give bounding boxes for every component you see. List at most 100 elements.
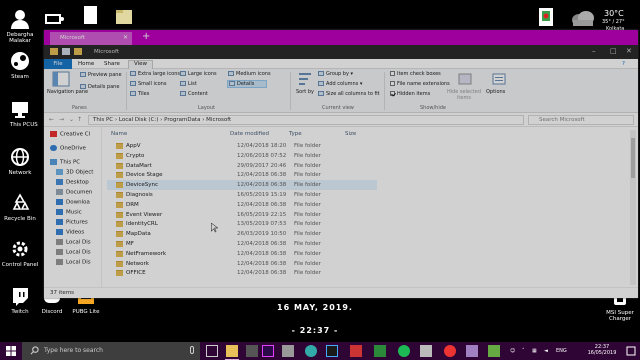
group-by-button[interactable]: Group by ▾ — [318, 71, 353, 77]
column-type[interactable]: Type — [289, 131, 302, 137]
table-row[interactable]: Network 12/04/2018 06:38 File folder — [107, 259, 377, 269]
table-row[interactable]: AppV 12/04/2018 18:20 File folder — [107, 141, 377, 151]
hide-selected-icon[interactable] — [456, 71, 474, 87]
vertical-scrollbar[interactable] — [630, 130, 636, 285]
app-taskbar-icon[interactable] — [282, 345, 294, 357]
maximize-button[interactable]: □ — [610, 47, 617, 55]
breadcrumb-item[interactable]: ProgramData — [164, 117, 200, 123]
table-row[interactable]: OFFICE 12/04/2018 06:38 File folder — [107, 268, 377, 278]
new-tab-button[interactable]: + — [142, 31, 150, 42]
task-view-icon[interactable] — [206, 345, 218, 357]
app-taskbar-icon[interactable] — [488, 345, 500, 357]
scrollbar-thumb[interactable] — [631, 138, 635, 178]
navigation-pane-button[interactable]: Navigation pane — [47, 89, 88, 95]
new-folder-icon[interactable] — [74, 48, 82, 55]
nav-item-local-disk[interactable]: Local Dis — [56, 239, 91, 248]
breadcrumb-item[interactable]: This PC — [93, 117, 113, 123]
table-row[interactable]: Diagnosis 16/05/2019 15:19 File folder — [107, 190, 377, 200]
nav-item-local-disk[interactable]: Local Dis — [56, 249, 91, 258]
table-row[interactable]: NetFramework 12/04/2018 06:38 File folder — [107, 249, 377, 259]
column-date-modified[interactable]: Date modified — [230, 131, 269, 137]
tab-home[interactable]: Home — [78, 61, 94, 67]
windows-start-icon[interactable] — [0, 342, 22, 360]
breadcrumb[interactable]: This PC › Local Disk (C:) › ProgramData … — [88, 115, 524, 125]
back-icon[interactable]: ← — [49, 116, 54, 123]
nav-item-this-pc[interactable]: This PC — [50, 159, 80, 168]
sort-by-icon[interactable] — [296, 71, 314, 87]
table-row[interactable]: MF 12/04/2018 06:38 File folder — [107, 239, 377, 249]
keyboard-language[interactable]: ENG — [556, 348, 567, 354]
recycle-bin-icon[interactable]: Recycle Bin — [0, 192, 40, 222]
premiere-taskbar-icon[interactable] — [262, 345, 274, 357]
layout-extra-large-icons[interactable]: Extra large icons — [130, 71, 180, 77]
nav-item-3d-objects[interactable]: 3D Object — [56, 169, 93, 178]
photoshop-taskbar-icon[interactable] — [326, 345, 338, 357]
hide-selected-button[interactable]: Hide selected items — [444, 89, 484, 101]
app-taskbar-icon[interactable] — [305, 345, 317, 357]
nav-item-creative-cloud[interactable]: Creative Cl — [50, 131, 90, 140]
anaconda-icon[interactable] — [526, 6, 566, 30]
column-name[interactable]: Name — [111, 131, 127, 137]
partial-desktop-icon[interactable]: US — [24, 98, 44, 128]
table-row[interactable]: Device Stage 12/04/2018 06:38 File folder — [107, 170, 377, 180]
file-explorer-taskbar-icon[interactable] — [225, 345, 239, 360]
taskbar-clock[interactable]: 22:37 16/05/2019 — [582, 344, 622, 356]
tab-microsoft[interactable]: Microsoft ✕ — [50, 32, 132, 45]
sort-by-button[interactable]: Sort by — [296, 89, 314, 95]
up-icon[interactable]: ↑ — [77, 116, 82, 123]
nav-item-downloads[interactable]: Downloa — [56, 199, 90, 208]
app-taskbar-icon[interactable] — [374, 345, 386, 357]
close-tab-icon[interactable]: ✕ — [123, 34, 128, 41]
notification-icon[interactable] — [626, 345, 636, 357]
layout-details[interactable]: Details — [227, 80, 268, 88]
size-all-columns-button[interactable]: Size all columns to fit — [318, 91, 380, 97]
table-row[interactable]: DataMart 29/09/2017 20:46 File folder — [107, 161, 377, 171]
search-input[interactable]: Search Microsoft — [528, 115, 634, 125]
app-taskbar-icon[interactable] — [420, 345, 432, 357]
folder-shortcut-icon[interactable] — [104, 6, 144, 30]
nav-item-videos[interactable]: Videos — [56, 229, 84, 238]
options-icon[interactable] — [490, 71, 508, 87]
steam-icon[interactable]: Steam — [0, 50, 40, 80]
network-icon[interactable]: Network — [0, 146, 40, 176]
taskbar-search-input[interactable]: Type here to search — [22, 342, 200, 360]
nav-item-desktop[interactable]: Desktop — [56, 179, 89, 188]
layout-list[interactable]: List — [180, 81, 197, 87]
app-taskbar-icon[interactable] — [246, 345, 258, 357]
layout-small-icons[interactable]: Small icons — [130, 81, 166, 87]
forward-icon[interactable]: → — [59, 116, 64, 123]
table-row[interactable]: DeviceSync 12/04/2018 06:38 File folder — [107, 180, 377, 191]
properties-icon[interactable] — [62, 48, 70, 55]
details-pane-button[interactable]: Details pane — [80, 84, 119, 90]
minimize-button[interactable]: – — [592, 47, 596, 55]
table-row[interactable]: MapData 26/03/2019 10:50 File folder — [107, 229, 377, 239]
close-window-button[interactable]: ✕ — [626, 47, 632, 55]
table-row[interactable]: IdentityCRL 13/05/2019 07:53 File folder — [107, 219, 377, 229]
spotify-taskbar-icon[interactable] — [398, 345, 410, 357]
layout-tiles[interactable]: Tiles — [130, 91, 149, 97]
people-icon[interactable]: ☺ — [510, 348, 515, 354]
item-check-boxes-toggle[interactable]: Item check boxes — [390, 71, 441, 77]
chevron-down-icon[interactable]: ⌄ — [69, 116, 74, 123]
layout-medium-icons[interactable]: Medium icons — [228, 71, 271, 77]
desktop-shortcut-icon[interactable] — [34, 8, 74, 32]
nav-item-local-disk[interactable]: Local Dis — [56, 259, 91, 268]
nav-item-documents[interactable]: Documen — [56, 189, 92, 198]
column-size[interactable]: Size — [345, 131, 356, 137]
app-taskbar-icon[interactable] — [350, 345, 362, 357]
nav-item-music[interactable]: Music — [56, 209, 82, 218]
breadcrumb-item[interactable]: Local Disk (C:) — [119, 117, 159, 123]
nav-item-onedrive[interactable]: OneDrive — [50, 145, 86, 154]
add-columns-button[interactable]: Add columns ▾ — [318, 81, 362, 87]
tab-view[interactable]: View — [128, 60, 154, 69]
nav-item-pictures[interactable]: Pictures — [56, 219, 88, 228]
volume-icon[interactable]: ◄ — [544, 348, 548, 354]
table-row[interactable]: DRM 12/04/2018 06:38 File folder — [107, 200, 377, 210]
tab-file[interactable]: File — [44, 59, 72, 69]
network-status-icon[interactable]: ▦ — [532, 348, 537, 354]
microphone-icon[interactable] — [190, 346, 194, 354]
table-row[interactable]: Crypto 12/06/2018 07:52 File folder — [107, 151, 377, 161]
chevron-up-icon[interactable]: ˄ — [522, 348, 525, 354]
navigation-pane-icon[interactable] — [52, 71, 70, 87]
app-taskbar-icon[interactable] — [466, 345, 478, 357]
